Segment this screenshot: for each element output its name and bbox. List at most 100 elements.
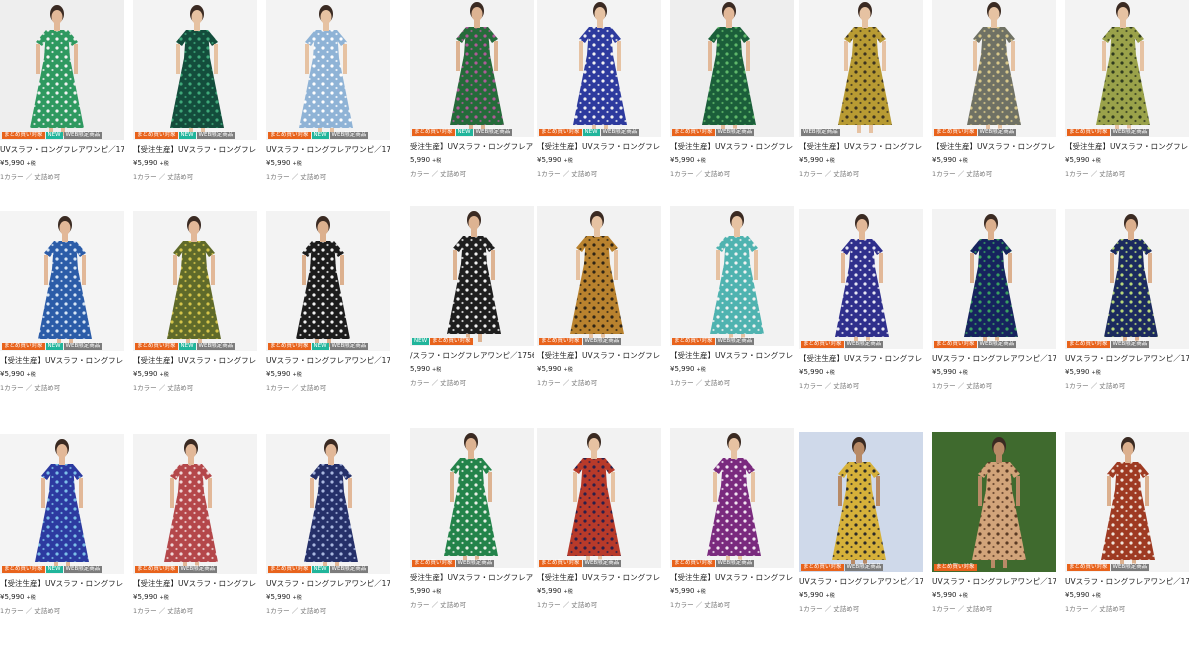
product-image[interactable]: まとめ買い対象 NEW WEB限定商品: [0, 0, 124, 140]
product-card[interactable]: まとめ買い対象NEWWEB限定商品 UVスラフ・ロングフレアワンピ／17618 ¥5…: [266, 434, 390, 619]
product-image[interactable]: まとめ買い対象 WEB限定商品: [799, 432, 923, 572]
product-card[interactable]: まとめ買い対象WEB限定商品【受注生産】UVスラフ・ロングフレア… ¥5,990+…: [537, 206, 661, 391]
product-card[interactable]: まとめ買い対象 NEW WEB限定商品 受注生産】UVスラフ・ロングフレア… 5,990…: [410, 0, 534, 182]
product-title[interactable]: 【受注生産】UVスラフ・ロングフレア…: [133, 356, 257, 366]
model-illustration: [799, 432, 923, 572]
product-card[interactable]: まとめ買い対象NEWWEB限定商品【受注生産】UVスラフ・ロングフレア… ¥5,9…: [0, 434, 124, 619]
product-title[interactable]: UVスラフ・ロングフレアワンピ／17576: [1065, 577, 1189, 587]
product-card[interactable]: まとめ買い対象WEB限定商品 UVスラフ・ロングフレアワンピ／17574 ¥5,99…: [799, 432, 923, 617]
product-card[interactable]: まとめ買い対象WEB限定商品【受注生産】UVスラフ・ロングフレア… ¥5,990+…: [932, 0, 1056, 182]
product-image[interactable]: まとめ買い対象 NEW WEB限定商品: [410, 0, 534, 137]
product-card[interactable]: まとめ買い対象WEB限定商品 UVスラフ・ロングフレアワンピ／17572 ¥5,99…: [1065, 209, 1189, 394]
product-card[interactable]: まとめ買い対象 WEB限定商品 受注生産】UVスラフ・ロングフレア… 5,990 +税カ…: [410, 428, 534, 613]
product-card[interactable]: まとめ買い対象WEB限定商品【受注生産】UVスラフ・ロングフレア… ¥5,990+…: [799, 209, 923, 394]
product-title[interactable]: 【受注生産】UVスラフ・ロングフレア…: [537, 573, 661, 583]
product-title[interactable]: UVスラフ・ロングフレアワンピ／17617: [266, 145, 390, 155]
product-card[interactable]: まとめ買い対象WEB限定商品【受注生産】UVスラフ・ロングフレア… ¥5,990+…: [133, 434, 257, 619]
product-card[interactable]: WEB限定商品【受注生産】UVスラフ・ロングフレア… ¥5,990+税 1カラー ／…: [799, 0, 923, 182]
product-card[interactable]: まとめ買い対象 UVスラフ・ロングフレアワンピ／17575 ¥5,990+税 1カラー…: [932, 432, 1056, 617]
product-title[interactable]: 受注生産】UVスラフ・ロングフレア…: [410, 142, 534, 152]
bulk-buy-badge: まとめ買い対象: [2, 566, 45, 573]
product-card[interactable]: まとめ買い対象NEWWEB限定商品【受注生産】UVスラフ・ロングフレア… ¥5,9…: [133, 211, 257, 396]
product-title[interactable]: UVスラフ・ロングフレアワンピ／17618: [266, 579, 390, 589]
product-image[interactable]: まとめ買い対象 NEW WEB限定商品: [133, 211, 257, 351]
product-card[interactable]: まとめ買い対象NEWWEB限定商品【受注生産】UVスラフ・ロングフレア… ¥5,9…: [0, 211, 124, 396]
product-image[interactable]: まとめ買い対象 WEB限定商品: [133, 434, 257, 574]
product-image[interactable]: まとめ買い対象: [932, 432, 1056, 572]
product-title[interactable]: UVスラフ・ロングフレアワンピ／17572: [1065, 354, 1189, 364]
product-title[interactable]: /スラフ・ロングフレアワンピ／17561: [410, 351, 534, 361]
bulk-buy-badge: まとめ買い対象: [672, 560, 715, 567]
product-image[interactable]: まとめ買い対象 WEB限定商品: [670, 0, 794, 137]
product-title[interactable]: 【受注生産】UVスラフ・ロングフレア…: [537, 351, 661, 361]
bulk-buy-badge: まとめ買い対象: [268, 566, 311, 573]
product-image[interactable]: まとめ買い対象 WEB限定商品: [1065, 0, 1189, 137]
product-meta: 1カラー ／ 丈詰め可: [932, 605, 993, 613]
product-image[interactable]: まとめ買い対象 WEB限定商品: [932, 0, 1056, 137]
product-image[interactable]: まとめ買い対象 WEB限定商品: [537, 428, 661, 568]
product-title[interactable]: 受注生産】UVスラフ・ロングフレア…: [410, 573, 534, 583]
product-title[interactable]: 【受注生産】UVスラフ・ロングフレア…: [1065, 142, 1189, 152]
product-image[interactable]: まとめ買い対象 WEB限定商品: [932, 209, 1056, 349]
product-title[interactable]: 【受注生産】UVスラフ・ロングフレア…: [799, 354, 923, 364]
product-card[interactable]: まとめ買い対象NEWWEB限定商品 UVスラフ・ロングフレアワンピ／17614 ¥5…: [0, 0, 124, 185]
product-title[interactable]: 【受注生産】UVスラフ・ロングフレア…: [0, 356, 124, 366]
badge-group: まとめ買い対象 NEW WEB限定商品: [268, 132, 369, 139]
product-title[interactable]: 【受注生産】UVスラフ・ロングフレア…: [932, 142, 1056, 152]
product-card[interactable]: まとめ買い対象WEB限定商品【受注生産】UVスラフ・ロングフレア… ¥5,990+…: [1065, 0, 1189, 182]
product-image[interactable]: WEB限定商品: [799, 0, 923, 137]
badge-group: まとめ買い対象 WEB限定商品: [672, 129, 755, 136]
product-image[interactable]: まとめ買い対象 NEW WEB限定商品: [537, 0, 661, 137]
product-card[interactable]: まとめ買い対象WEB限定商品 UVスラフ・ロングフレアワンピ／17576 ¥5,99…: [1065, 432, 1189, 617]
product-image[interactable]: まとめ買い対象 WEB限定商品: [537, 206, 661, 346]
web-exclusive-badge: WEB限定商品: [844, 564, 884, 571]
tax-label: +税: [159, 595, 169, 601]
product-card[interactable]: まとめ買い対象WEB限定商品【受注生産】UVスラフ・ロングフレア… ¥5,990+…: [670, 0, 794, 182]
product-meta: 1カラー ／ 丈詰め可: [670, 379, 731, 387]
product-image[interactable]: NEW まとめ買い対象: [410, 206, 534, 346]
product-title[interactable]: 【受注生産】UVスラフ・ロングフレア…: [799, 142, 923, 152]
product-card[interactable]: まとめ買い対象NEWWEB限定商品 UVスラフ・ロングフレアワンピ／17569 ¥5…: [266, 211, 390, 396]
badge-group: まとめ買い対象 WEB限定商品: [412, 560, 495, 567]
product-title[interactable]: UVスラフ・ロングフレアワンピ／17570: [932, 354, 1056, 364]
bulk-buy-badge: まとめ買い対象: [135, 343, 178, 350]
product-image[interactable]: まとめ買い対象 NEW WEB限定商品: [266, 0, 390, 140]
product-title[interactable]: UVスラフ・ロングフレアワンピ／17569: [266, 356, 390, 366]
product-image[interactable]: まとめ買い対象 WEB限定商品: [1065, 432, 1189, 572]
web-exclusive-badge: WEB限定商品: [329, 566, 369, 573]
product-title[interactable]: UVスラフ・ロングフレアワンピ／17575: [932, 577, 1056, 587]
product-title[interactable]: UVスラフ・ロングフレアワンピ／17574: [799, 577, 923, 587]
product-title[interactable]: 【受注生産】UVスラフ・ロングフレア…: [670, 351, 794, 361]
product-card[interactable]: まとめ買い対象NEWWEB限定商品【受注生産】UVスラフ・ロングフレア… ¥5,9…: [537, 0, 661, 182]
product-title[interactable]: 【受注生産】UVスラフ・ロングフレア…: [133, 145, 257, 155]
new-badge: NEW: [311, 132, 329, 139]
bulk-buy-badge: まとめ買い対象: [135, 566, 178, 573]
product-title[interactable]: 【受注生産】UVスラフ・ロングフレア…: [537, 142, 661, 152]
product-image[interactable]: まとめ買い対象 WEB限定商品: [799, 209, 923, 349]
bulk-buy-badge: まとめ買い対象: [801, 564, 844, 571]
product-title[interactable]: 【受注生産】UVスラフ・ロングフレア…: [670, 573, 794, 583]
product-image[interactable]: まとめ買い対象 NEW WEB限定商品: [266, 434, 390, 574]
product-image[interactable]: まとめ買い対象 WEB限定商品: [670, 428, 794, 568]
product-card[interactable]: まとめ買い対象NEWWEB限定商品 UVスラフ・ロングフレアワンピ／17617 ¥5…: [266, 0, 390, 185]
model-illustration: [670, 206, 794, 346]
product-card[interactable]: まとめ買い対象WEB限定商品【受注生産】UVスラフ・ロングフレア… ¥5,990+…: [670, 428, 794, 613]
product-title[interactable]: 【受注生産】UVスラフ・ロングフレア…: [0, 579, 124, 589]
product-title[interactable]: 【受注生産】UVスラフ・ロングフレア…: [670, 142, 794, 152]
product-meta: 1カラー ／ 丈詰め可: [799, 382, 860, 390]
product-image[interactable]: まとめ買い対象 NEW WEB限定商品: [133, 0, 257, 140]
product-image[interactable]: まとめ買い対象 WEB限定商品: [670, 206, 794, 346]
product-card[interactable]: NEW まとめ買い対象/スラフ・ロングフレアワンピ／17561 5,990 +税 カラー…: [410, 206, 534, 391]
product-image[interactable]: まとめ買い対象 NEW WEB限定商品: [266, 211, 390, 351]
product-card[interactable]: まとめ買い対象WEB限定商品【受注生産】UVスラフ・ロングフレア… ¥5,990+…: [537, 428, 661, 613]
product-image[interactable]: まとめ買い対象 NEW WEB限定商品: [0, 434, 124, 574]
product-title[interactable]: 【受注生産】UVスラフ・ロングフレア…: [133, 579, 257, 589]
bulk-buy-badge: まとめ買い対象: [1067, 129, 1110, 136]
product-image[interactable]: まとめ買い対象 NEW WEB限定商品: [0, 211, 124, 351]
product-card[interactable]: まとめ買い対象WEB限定商品【受注生産】UVスラフ・ロングフレア… ¥5,990+…: [670, 206, 794, 391]
product-card[interactable]: まとめ買い対象NEWWEB限定商品【受注生産】UVスラフ・ロングフレア… ¥5,9…: [133, 0, 257, 185]
product-title[interactable]: UVスラフ・ロングフレアワンピ／17614: [0, 145, 124, 155]
product-image[interactable]: まとめ買い対象 WEB限定商品: [410, 428, 534, 568]
product-card[interactable]: まとめ買い対象WEB限定商品 UVスラフ・ロングフレアワンピ／17570 ¥5,99…: [932, 209, 1056, 394]
product-image[interactable]: まとめ買い対象 WEB限定商品: [1065, 209, 1189, 349]
